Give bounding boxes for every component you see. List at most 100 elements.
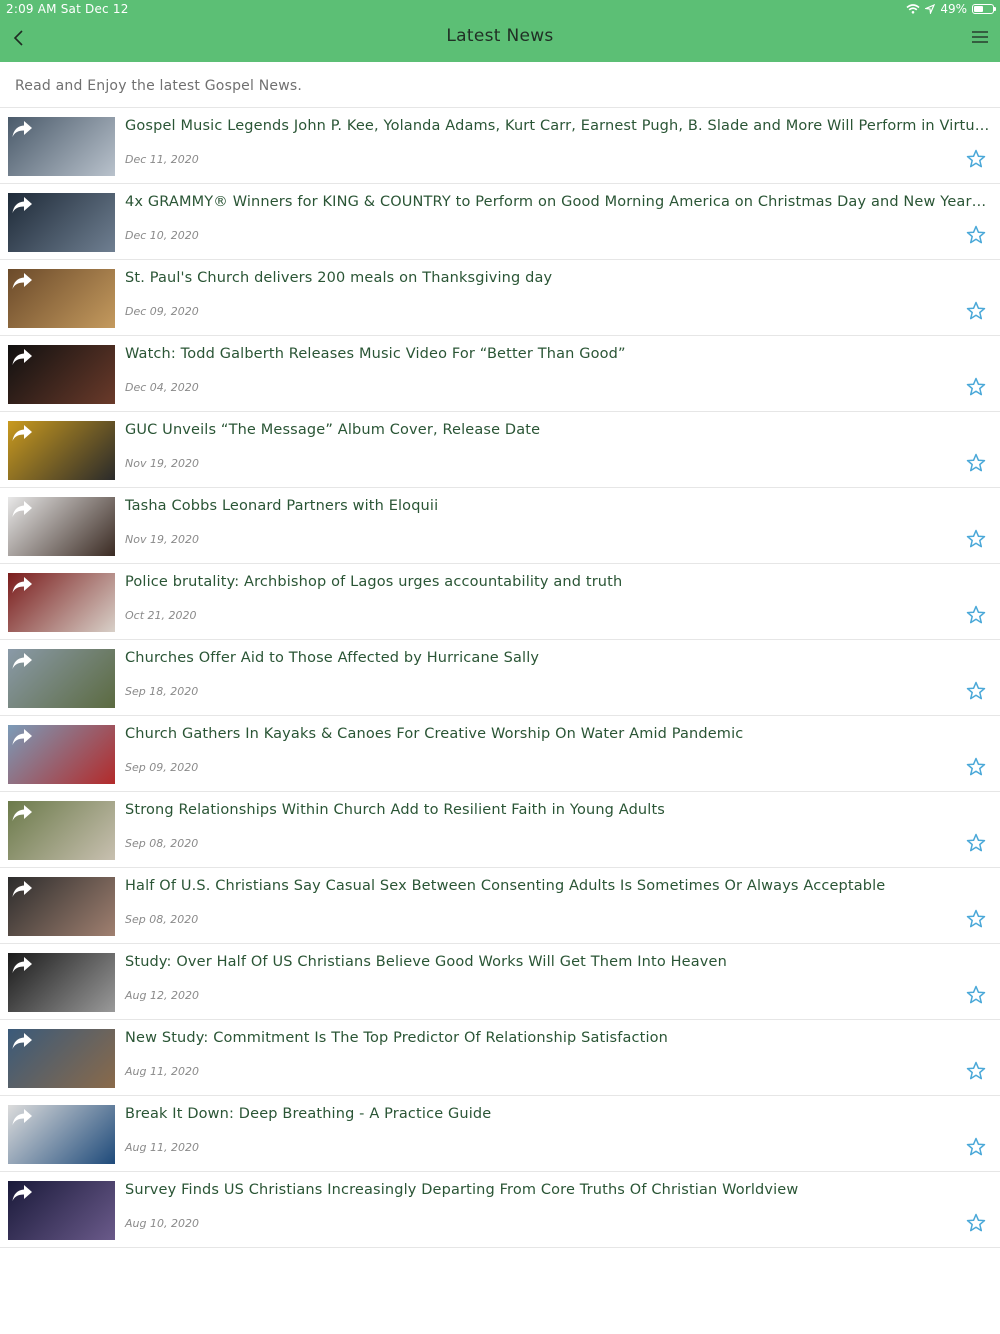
news-title[interactable]: 4x GRAMMY® Winners for KING & COUNTRY to…: [125, 194, 990, 210]
news-date: Sep 08, 2020: [125, 913, 199, 926]
share-arrow-icon[interactable]: [11, 803, 33, 823]
news-item[interactable]: Tasha Cobbs Leonard Partners with Eloqui…: [0, 488, 1000, 564]
share-arrow-icon[interactable]: [11, 1183, 33, 1203]
news-item[interactable]: Half Of U.S. Christians Say Casual Sex B…: [0, 868, 1000, 944]
news-title[interactable]: Half Of U.S. Christians Say Casual Sex B…: [125, 878, 990, 894]
news-item[interactable]: Gospel Music Legends John P. Kee, Yoland…: [0, 108, 1000, 184]
share-arrow-icon[interactable]: [11, 955, 33, 975]
news-title[interactable]: Police brutality: Archbishop of Lagos ur…: [125, 574, 990, 590]
news-title[interactable]: St. Paul's Church delivers 200 meals on …: [125, 270, 990, 286]
share-arrow-icon[interactable]: [11, 1107, 33, 1127]
news-thumbnail: [8, 1105, 115, 1164]
news-title[interactable]: Watch: Todd Galberth Releases Music Vide…: [125, 346, 990, 362]
share-arrow-icon[interactable]: [11, 575, 33, 595]
news-thumbnail: [8, 725, 115, 784]
share-arrow-icon[interactable]: [11, 195, 33, 215]
news-date: Aug 11, 2020: [125, 1141, 199, 1154]
news-thumbnail: [8, 117, 115, 176]
share-arrow-icon[interactable]: [11, 879, 33, 899]
news-item[interactable]: Study: Over Half Of US Christians Believ…: [0, 944, 1000, 1020]
page-title: Latest News: [446, 26, 554, 46]
hamburger-menu-icon[interactable]: [970, 28, 990, 46]
favorite-star-icon[interactable]: [966, 1213, 986, 1233]
news-thumbnail: [8, 1029, 115, 1088]
news-title[interactable]: GUC Unveils “The Message” Album Cover, R…: [125, 422, 990, 438]
share-arrow-icon[interactable]: [11, 499, 33, 519]
share-arrow-icon[interactable]: [11, 119, 33, 139]
news-date: Dec 04, 2020: [125, 381, 199, 394]
news-thumbnail: [8, 193, 115, 252]
news-item[interactable]: GUC Unveils “The Message” Album Cover, R…: [0, 412, 1000, 488]
news-title[interactable]: Strong Relationships Within Church Add t…: [125, 802, 990, 818]
news-date: Dec 10, 2020: [125, 229, 199, 242]
favorite-star-icon[interactable]: [966, 681, 986, 701]
share-arrow-icon[interactable]: [11, 651, 33, 671]
share-arrow-icon[interactable]: [11, 271, 33, 291]
news-list: Gospel Music Legends John P. Kee, Yoland…: [0, 108, 1000, 1248]
status-indicators: 49%: [906, 2, 996, 16]
news-title[interactable]: Gospel Music Legends John P. Kee, Yoland…: [125, 118, 990, 134]
news-date: Dec 09, 2020: [125, 305, 199, 318]
news-item[interactable]: St. Paul's Church delivers 200 meals on …: [0, 260, 1000, 336]
news-title[interactable]: Churches Offer Aid to Those Affected by …: [125, 650, 990, 666]
favorite-star-icon[interactable]: [966, 757, 986, 777]
news-item[interactable]: Watch: Todd Galberth Releases Music Vide…: [0, 336, 1000, 412]
news-title[interactable]: Break It Down: Deep Breathing - A Practi…: [125, 1106, 990, 1122]
favorite-star-icon[interactable]: [966, 985, 986, 1005]
favorite-star-icon[interactable]: [966, 833, 986, 853]
favorite-star-icon[interactable]: [966, 149, 986, 169]
news-thumbnail: [8, 877, 115, 936]
favorite-star-icon[interactable]: [966, 1137, 986, 1157]
news-item[interactable]: Police brutality: Archbishop of Lagos ur…: [0, 564, 1000, 640]
news-title[interactable]: Church Gathers In Kayaks & Canoes For Cr…: [125, 726, 990, 742]
news-title[interactable]: Survey Finds US Christians Increasingly …: [125, 1182, 990, 1198]
news-thumbnail: [8, 345, 115, 404]
news-date: Sep 08, 2020: [125, 837, 199, 850]
favorite-star-icon[interactable]: [966, 909, 986, 929]
location-icon: [925, 4, 936, 14]
news-item[interactable]: Churches Offer Aid to Those Affected by …: [0, 640, 1000, 716]
news-thumbnail: [8, 953, 115, 1012]
news-item[interactable]: Survey Finds US Christians Increasingly …: [0, 1172, 1000, 1248]
status-time: 2:09 AM Sat Dec 12: [6, 2, 129, 16]
favorite-star-icon[interactable]: [966, 225, 986, 245]
intro-text: Read and Enjoy the latest Gospel News.: [0, 62, 1000, 108]
news-thumbnail: [8, 573, 115, 632]
news-item[interactable]: 4x GRAMMY® Winners for KING & COUNTRY to…: [0, 184, 1000, 260]
news-title[interactable]: Study: Over Half Of US Christians Believ…: [125, 954, 990, 970]
favorite-star-icon[interactable]: [966, 301, 986, 321]
share-arrow-icon[interactable]: [11, 727, 33, 747]
battery-icon: [972, 4, 996, 14]
news-title[interactable]: Tasha Cobbs Leonard Partners with Eloqui…: [125, 498, 990, 514]
news-date: Aug 12, 2020: [125, 989, 199, 1002]
news-thumbnail: [8, 649, 115, 708]
favorite-star-icon[interactable]: [966, 529, 986, 549]
news-date: Nov 19, 2020: [125, 457, 199, 470]
news-date: Dec 11, 2020: [125, 153, 199, 166]
news-thumbnail: [8, 1181, 115, 1240]
favorite-star-icon[interactable]: [966, 377, 986, 397]
news-item[interactable]: Strong Relationships Within Church Add t…: [0, 792, 1000, 868]
favorite-star-icon[interactable]: [966, 453, 986, 473]
share-arrow-icon[interactable]: [11, 1031, 33, 1051]
news-thumbnail: [8, 421, 115, 480]
news-date: Aug 10, 2020: [125, 1217, 199, 1230]
favorite-star-icon[interactable]: [966, 605, 986, 625]
news-date: Sep 18, 2020: [125, 685, 199, 698]
news-thumbnail: [8, 497, 115, 556]
news-thumbnail: [8, 269, 115, 328]
battery-percent: 49%: [940, 2, 967, 16]
wifi-icon: [906, 4, 920, 14]
news-date: Nov 19, 2020: [125, 533, 199, 546]
news-item[interactable]: Church Gathers In Kayaks & Canoes For Cr…: [0, 716, 1000, 792]
battery-level: [974, 6, 983, 12]
news-date: Aug 11, 2020: [125, 1065, 199, 1078]
share-arrow-icon[interactable]: [11, 347, 33, 367]
nav-header: 2:09 AM Sat Dec 12 49% Latest News: [0, 0, 1000, 62]
news-title[interactable]: New Study: Commitment Is The Top Predict…: [125, 1030, 990, 1046]
news-date: Oct 21, 2020: [125, 609, 197, 622]
favorite-star-icon[interactable]: [966, 1061, 986, 1081]
share-arrow-icon[interactable]: [11, 423, 33, 443]
news-item[interactable]: New Study: Commitment Is The Top Predict…: [0, 1020, 1000, 1096]
news-item[interactable]: Break It Down: Deep Breathing - A Practi…: [0, 1096, 1000, 1172]
